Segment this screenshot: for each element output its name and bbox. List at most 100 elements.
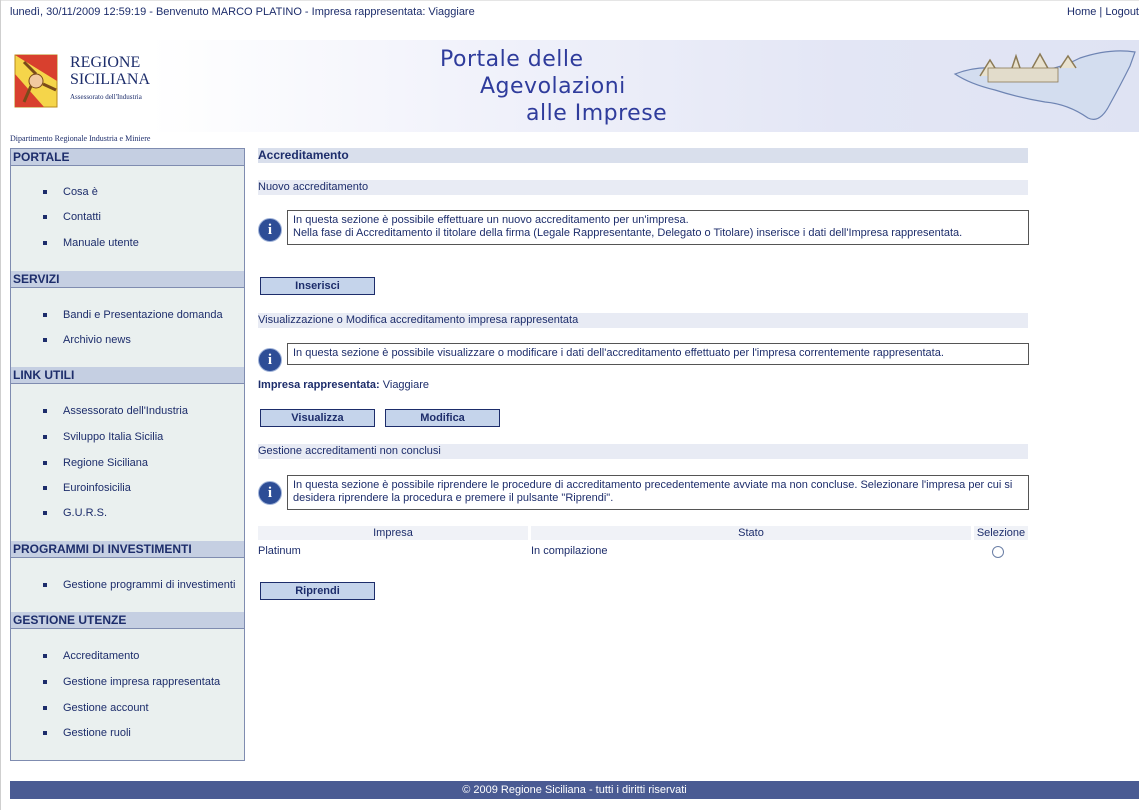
sidebar-item-cosa-e[interactable]: Cosa è bbox=[11, 183, 242, 201]
visualizza-modifica-heading: Visualizzazione o Modifica accreditament… bbox=[258, 313, 1028, 328]
region-logo: REGIONE SICILIANA Assessorato dell'Indus… bbox=[10, 50, 170, 143]
logout-link[interactable]: Logout bbox=[1105, 6, 1139, 18]
portal-title-line3: alle Imprese bbox=[526, 101, 668, 126]
info-icon: i bbox=[258, 481, 282, 505]
row-select-radio[interactable] bbox=[992, 546, 1004, 558]
info-icon: i bbox=[258, 348, 282, 372]
bullet-icon bbox=[43, 338, 47, 342]
sidebar-item-label: G.U.R.S. bbox=[63, 507, 108, 519]
impresa-rappresentata-line: Impresa rappresentata: Viaggiare bbox=[258, 379, 429, 391]
impresa-rappresentata-value: Viaggiare bbox=[382, 379, 430, 391]
sidebar-item-label: Gestione account bbox=[63, 702, 149, 714]
portal-title-line1: Portale delle bbox=[440, 47, 584, 72]
region-name-line1: REGIONE bbox=[70, 54, 141, 71]
visualizza-info-box: In questa sezione è possibile visualizza… bbox=[287, 343, 1029, 365]
trinacria-crest-icon bbox=[14, 54, 58, 108]
sidebar-item-assessorato[interactable]: Assessorato dell'Industria bbox=[11, 402, 242, 420]
bullet-icon bbox=[43, 680, 47, 684]
header-banner: REGIONE SICILIANA Assessorato dell'Indus… bbox=[10, 32, 1139, 143]
sidebar-item-label: Bandi e Presentazione domanda bbox=[63, 309, 223, 321]
bullet-icon bbox=[43, 435, 47, 439]
sidebar-item-contatti[interactable]: Contatti bbox=[11, 208, 242, 226]
sidebar-item-label: Sviluppo Italia Sicilia bbox=[63, 431, 164, 443]
sidebar-item-label: Cosa è bbox=[63, 186, 98, 198]
nuovo-info-box: In questa sezione è possibile effettuare… bbox=[287, 210, 1029, 245]
visualizza-info-text: In questa sezione è possibile visualizza… bbox=[293, 347, 944, 359]
sidebar-section-programmi: PROGRAMMI DI INVESTIMENTI bbox=[11, 541, 244, 558]
column-header-impresa: Impresa bbox=[258, 526, 528, 540]
bullet-icon bbox=[43, 486, 47, 490]
bullet-icon bbox=[43, 654, 47, 658]
sidebar-section-servizi: SERVIZI bbox=[11, 271, 244, 288]
sidebar-item-label: Gestione ruoli bbox=[63, 727, 131, 739]
top-bar: lunedì, 30/11/2009 12:59:19 - Benvenuto … bbox=[10, 6, 1139, 22]
sidebar-item-gestione-impresa[interactable]: Gestione impresa rappresentata bbox=[11, 673, 242, 691]
region-name-line2: SICILIANA bbox=[70, 71, 150, 88]
sidebar-item-accreditamento[interactable]: Accreditamento bbox=[11, 647, 242, 665]
portal-title-line2: Agevolazioni bbox=[480, 74, 626, 99]
welcome-text: lunedì, 30/11/2009 12:59:19 - Benvenuto … bbox=[10, 6, 475, 18]
bullet-icon bbox=[43, 241, 47, 245]
nuovo-info-line1: In questa sezione è possibile effettuare… bbox=[293, 214, 689, 226]
inserisci-button[interactable]: Inserisci bbox=[260, 277, 375, 295]
frame-border-top bbox=[0, 0, 1139, 1]
sidebar-item-euroinfosicilia[interactable]: Euroinfosicilia bbox=[11, 479, 242, 497]
cell-stato: In compilazione bbox=[531, 545, 608, 557]
sicily-map-image bbox=[953, 50, 1136, 120]
sidebar-section-link-utili: LINK UTILI bbox=[11, 367, 244, 384]
sidebar-item-label: Accreditamento bbox=[63, 650, 140, 662]
accreditamenti-table: Impresa Stato Selezione Platinum In comp… bbox=[258, 526, 1028, 566]
nuovo-accreditamento-heading: Nuovo accreditamento bbox=[258, 180, 1028, 195]
page-title: Accreditamento bbox=[258, 148, 1028, 163]
region-name: REGIONE SICILIANA bbox=[70, 54, 150, 88]
sidebar-item-label: Regione Siciliana bbox=[63, 457, 148, 469]
bullet-icon bbox=[43, 409, 47, 413]
column-header-stato: Stato bbox=[531, 526, 971, 540]
sidebar-item-sviluppo-italia[interactable]: Sviluppo Italia Sicilia bbox=[11, 428, 242, 446]
assessorato-text: Assessorato dell'Industria bbox=[70, 93, 142, 101]
bullet-icon bbox=[43, 461, 47, 465]
sidebar-item-archivio-news[interactable]: Archivio news bbox=[11, 331, 242, 349]
sidebar-item-label: Manuale utente bbox=[63, 237, 139, 249]
sidebar: PORTALE Cosa è Contatti Manuale utente S… bbox=[10, 148, 245, 761]
bullet-icon bbox=[43, 313, 47, 317]
sidebar-item-gestione-programmi[interactable]: Gestione programmi di investimenti bbox=[11, 576, 242, 594]
frame-border-left bbox=[0, 0, 1, 810]
link-separator: | bbox=[1099, 6, 1103, 18]
gestione-info-box: In questa sezione è possibile riprendere… bbox=[287, 475, 1029, 510]
home-link[interactable]: Home bbox=[1067, 6, 1096, 18]
sidebar-section-gestione-utenze: GESTIONE UTENZE bbox=[11, 612, 244, 629]
sidebar-item-gurs[interactable]: G.U.R.S. bbox=[11, 504, 242, 522]
riprendi-button[interactable]: Riprendi bbox=[260, 582, 375, 600]
sidebar-item-label: Gestione programmi di investimenti bbox=[63, 579, 236, 591]
sidebar-item-label: Euroinfosicilia bbox=[63, 482, 131, 494]
portal-title: Portale delle Agevolazioni alle Imprese bbox=[440, 46, 667, 127]
gestione-info-text: In questa sezione è possibile riprendere… bbox=[293, 479, 1013, 504]
sidebar-item-label: Archivio news bbox=[63, 334, 131, 346]
sidebar-item-bandi[interactable]: Bandi e Presentazione domanda bbox=[11, 306, 242, 324]
bullet-icon bbox=[43, 511, 47, 515]
top-links: Home | Logout bbox=[1067, 6, 1139, 18]
sidebar-item-gestione-account[interactable]: Gestione account bbox=[11, 699, 242, 717]
sidebar-item-label: Assessorato dell'Industria bbox=[63, 405, 188, 417]
footer: © 2009 Regione Siciliana - tutti i dirit… bbox=[10, 781, 1139, 799]
gestione-non-conclusi-heading: Gestione accreditamenti non conclusi bbox=[258, 444, 1028, 459]
sidebar-section-portale: PORTALE bbox=[11, 149, 244, 166]
sidebar-item-regione-siciliana[interactable]: Regione Siciliana bbox=[11, 454, 242, 472]
info-icon: i bbox=[258, 218, 282, 242]
bullet-icon bbox=[43, 215, 47, 219]
dipartimento-text: Dipartimento Regionale Industria e Minie… bbox=[10, 134, 151, 143]
sidebar-item-gestione-ruoli[interactable]: Gestione ruoli bbox=[11, 724, 242, 742]
cell-impresa: Platinum bbox=[258, 545, 301, 557]
impresa-rappresentata-label: Impresa rappresentata: bbox=[258, 379, 380, 391]
bullet-icon bbox=[43, 706, 47, 710]
modifica-button[interactable]: Modifica bbox=[385, 409, 500, 427]
bullet-icon bbox=[43, 583, 47, 587]
sidebar-item-manuale-utente[interactable]: Manuale utente bbox=[11, 234, 242, 252]
nuovo-info-line2: Nella fase di Accreditamento il titolare… bbox=[293, 227, 963, 239]
sidebar-item-label: Gestione impresa rappresentata bbox=[63, 676, 221, 688]
visualizza-button[interactable]: Visualizza bbox=[260, 409, 375, 427]
sidebar-item-label: Contatti bbox=[63, 211, 101, 223]
bullet-icon bbox=[43, 190, 47, 194]
bullet-icon bbox=[43, 731, 47, 735]
